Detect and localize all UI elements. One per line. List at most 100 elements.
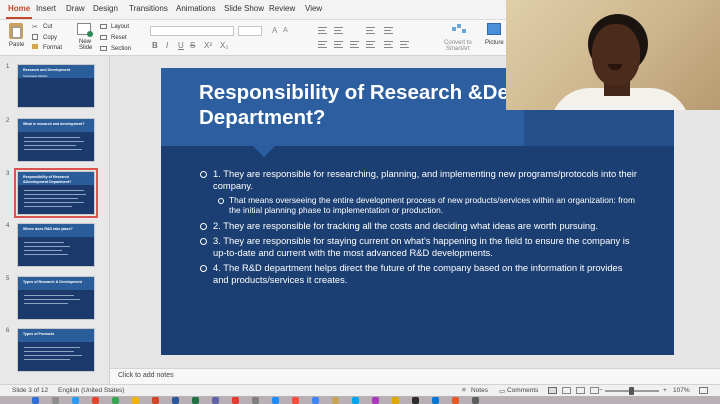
reset-button[interactable]: Reset <box>111 35 127 41</box>
bold-button[interactable]: B <box>152 41 158 50</box>
slideshow-view-icon[interactable] <box>590 387 599 394</box>
notes-app-icon[interactable] <box>132 397 139 404</box>
thumbnail-title: Research and Development <box>23 68 71 72</box>
calendar-icon[interactable] <box>232 397 239 404</box>
word-icon[interactable] <box>172 397 179 404</box>
thumbnail-title: Responsibility of Research &Development … <box>23 175 72 184</box>
decrease-font-icon[interactable]: A <box>283 27 288 34</box>
chrome-icon[interactable] <box>92 397 99 404</box>
superscript-button[interactable]: X² <box>204 41 212 50</box>
numbering-icon[interactable] <box>334 27 343 34</box>
copy-button[interactable]: Copy <box>43 35 57 41</box>
edge-icon[interactable] <box>432 397 439 404</box>
photos-icon[interactable] <box>332 397 339 404</box>
slide-body[interactable]: 1. They are responsible for researching,… <box>199 168 639 289</box>
cut-button[interactable]: Cut <box>43 24 52 30</box>
section-button[interactable]: Section <box>111 46 131 52</box>
teams-icon[interactable] <box>212 397 219 404</box>
tab-slide-show[interactable]: Slide Show <box>224 4 264 13</box>
app-store-icon[interactable] <box>352 397 359 404</box>
font-name-field[interactable] <box>150 26 234 36</box>
zoom-app-icon[interactable] <box>312 397 319 404</box>
fit-slide-icon[interactable] <box>699 387 708 394</box>
new-slide-icon[interactable] <box>77 23 93 37</box>
format-painter-button[interactable]: Format <box>43 45 62 51</box>
normal-view-icon[interactable] <box>548 387 557 394</box>
line-spacing-icon[interactable] <box>366 27 375 34</box>
scissors-icon: ✂ <box>32 24 38 31</box>
slide-thumbnail-3[interactable]: Responsibility of Research &Development … <box>14 168 98 218</box>
notes-button[interactable]: Notes <box>471 387 488 394</box>
picture-button[interactable]: Picture <box>485 40 504 46</box>
convert-smartart-button[interactable]: Convert to SmartArt <box>444 40 472 52</box>
powerpoint-icon[interactable] <box>152 397 159 404</box>
safari-icon[interactable] <box>72 397 79 404</box>
settings-icon[interactable] <box>252 397 259 404</box>
paste-icon[interactable] <box>9 23 23 39</box>
tab-review[interactable]: Review <box>269 4 295 13</box>
firefox-icon[interactable] <box>452 397 459 404</box>
notes-pane[interactable]: Click to add notes <box>110 368 720 384</box>
zoom-out-icon[interactable]: − <box>599 387 603 394</box>
zoom-slider-handle[interactable] <box>629 387 634 395</box>
layout-button[interactable]: Layout <box>111 24 129 30</box>
slide-thumbnail-6[interactable]: Types of Products <box>17 328 95 372</box>
finder-icon[interactable] <box>32 397 39 404</box>
increase-font-icon[interactable]: A <box>272 26 277 35</box>
thumbnail-number: 5 <box>6 276 10 282</box>
tab-home[interactable]: Home <box>5 4 33 19</box>
tab-animations[interactable]: Animations <box>176 4 216 13</box>
new-slide-button[interactable]: New Slide <box>79 39 92 51</box>
slide-thumbnail-5[interactable]: Types of Research & Development <box>17 276 95 320</box>
files-icon[interactable] <box>392 397 399 404</box>
comments-button[interactable]: Comments <box>507 387 538 394</box>
align-right-icon[interactable] <box>350 41 359 48</box>
music-icon[interactable] <box>292 397 299 404</box>
tab-transitions[interactable]: Transitions <box>129 4 168 13</box>
slide-sorter-icon[interactable] <box>562 387 571 394</box>
tab-design[interactable]: Design <box>93 4 118 13</box>
align-center-icon[interactable] <box>334 41 343 48</box>
underline-button[interactable]: U <box>178 41 184 50</box>
excel-icon[interactable] <box>192 397 199 404</box>
launchpad-icon[interactable] <box>52 397 59 404</box>
zoom-level[interactable]: 107% <box>673 387 690 394</box>
slide-thumbnail-4[interactable]: Where does R&D take place? <box>17 223 95 267</box>
italic-button[interactable]: I <box>166 41 168 50</box>
align-text-icon[interactable] <box>400 41 409 48</box>
thumbnail-title: Where does R&D take place? <box>23 227 73 231</box>
slide-thumbnail-1[interactable]: Research and Development Southwest Athle… <box>17 64 95 108</box>
tab-view[interactable]: View <box>305 4 322 13</box>
notes-placeholder[interactable]: Click to add notes <box>118 372 174 379</box>
subscript-button[interactable]: X₂ <box>220 41 228 50</box>
zoom-in-icon[interactable]: + <box>663 387 667 394</box>
messages-icon[interactable] <box>112 397 119 404</box>
thumbnail-number: 2 <box>6 118 10 124</box>
smartart-icon[interactable] <box>452 24 466 34</box>
mail-icon[interactable] <box>272 397 279 404</box>
thumbnail-number: 4 <box>6 223 10 229</box>
tab-insert[interactable]: Insert <box>36 4 56 13</box>
bullet-item: 1. They are responsible for researching,… <box>199 168 639 191</box>
terminal-icon[interactable] <box>412 397 419 404</box>
slide-thumbnail-2[interactable]: What is research and development? <box>17 118 95 162</box>
language-indicator[interactable]: English (United States) <box>58 387 124 394</box>
comments-icon[interactable]: ▭ <box>499 387 505 395</box>
columns-icon[interactable] <box>384 27 393 34</box>
justify-icon[interactable] <box>366 41 375 48</box>
align-left-icon[interactable] <box>318 41 327 48</box>
font-size-field[interactable] <box>238 26 262 36</box>
picture-icon[interactable] <box>487 23 501 35</box>
notes-icon[interactable]: ≡ <box>462 387 466 394</box>
text-direction-icon[interactable] <box>384 41 393 48</box>
strikethrough-button[interactable]: S <box>190 41 195 50</box>
bullets-icon[interactable] <box>318 27 327 34</box>
reading-view-icon[interactable] <box>576 387 585 394</box>
thumbnail-number: 1 <box>6 64 10 70</box>
current-slide[interactable]: Responsibility of Research &Development … <box>161 68 674 355</box>
trash-icon[interactable] <box>472 397 479 404</box>
podcasts-icon[interactable] <box>372 397 379 404</box>
format-painter-icon <box>32 44 38 49</box>
paste-label[interactable]: Paste <box>9 42 24 48</box>
tab-draw[interactable]: Draw <box>66 4 85 13</box>
